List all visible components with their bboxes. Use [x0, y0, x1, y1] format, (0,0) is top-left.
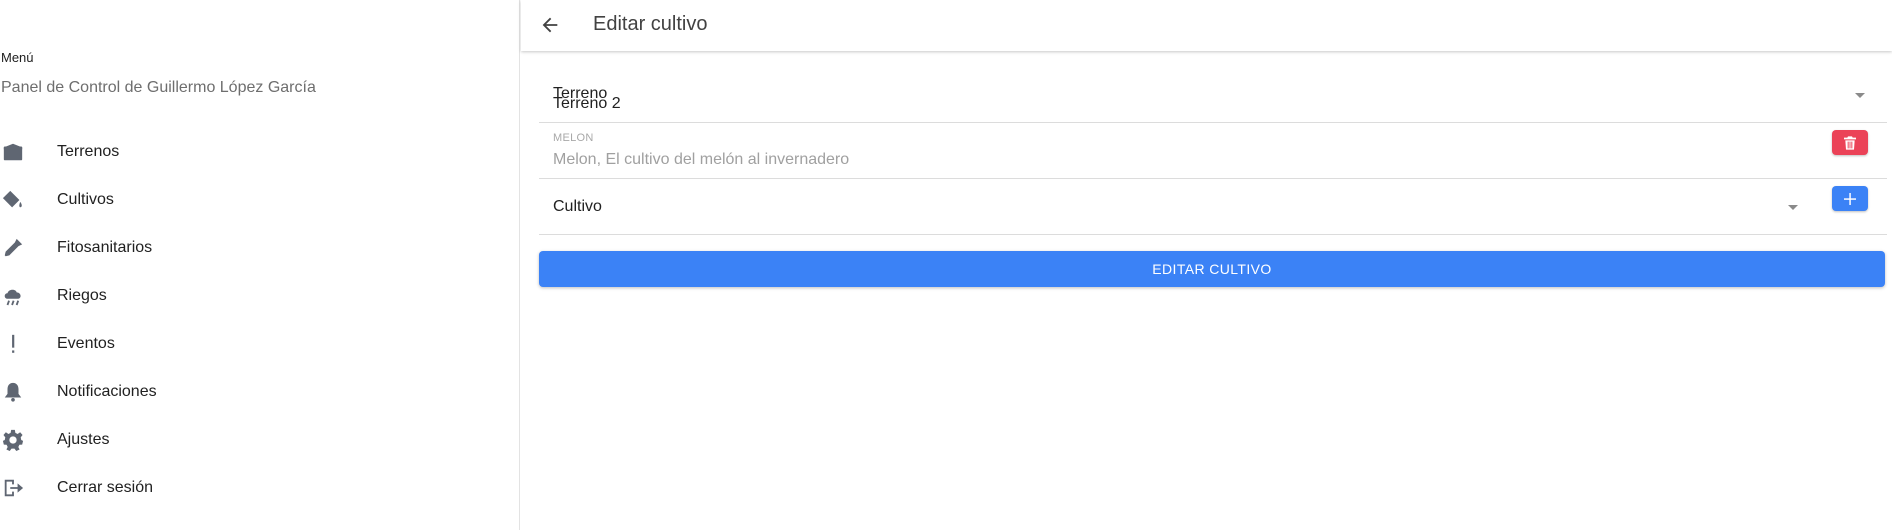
delete-crop-button[interactable]	[1832, 130, 1868, 155]
sidebar-item-eventos[interactable]: Eventos	[0, 320, 519, 368]
exclamation-icon	[1, 332, 25, 356]
sidebar-item-label: Eventos	[57, 335, 115, 352]
page-title: Editar cultivo	[593, 13, 708, 35]
crop-list-item: MELON Melon, El cultivo del melón al inv…	[539, 123, 1887, 179]
cultivo-select[interactable]: Cultivo	[539, 179, 1887, 235]
cloud-rain-icon	[1, 284, 25, 308]
menu-subtitle: Panel de Control de Guillermo López Garc…	[1, 79, 316, 96]
paint-bucket-icon	[1, 188, 25, 212]
sidebar-item-label: Riegos	[57, 287, 107, 304]
cultivo-label: Cultivo	[553, 198, 602, 215]
plus-icon	[1844, 192, 1856, 205]
sidebar-item-riegos[interactable]: Riegos	[0, 272, 519, 320]
sidebar-item-label: Terrenos	[57, 143, 120, 160]
sidebar-item-label: Cultivos	[57, 191, 114, 208]
sidebar-item-label: Cerrar sesión	[57, 479, 154, 496]
warehouse-icon	[1, 140, 25, 164]
sidebar-nav: Terrenos Cultivos Fitosanitarios Riegos …	[0, 128, 519, 512]
sidebar-item-fitosanitarios[interactable]: Fitosanitarios	[0, 224, 519, 272]
chevron-down-icon[interactable]	[1855, 93, 1865, 98]
eyedropper-icon	[1, 236, 25, 260]
back-button[interactable]	[535, 10, 565, 40]
chevron-down-icon[interactable]	[1788, 205, 1798, 210]
logout-icon	[1, 476, 25, 500]
menu-title: Menú	[1, 50, 34, 65]
sidebar-item-label: Notificaciones	[57, 383, 157, 400]
app-bar: Editar cultivo	[521, 0, 1892, 51]
terreno-value: Terreno 2	[553, 95, 621, 112]
sidebar-item-cerrar-sesion[interactable]: Cerrar sesión	[0, 464, 519, 512]
sidebar-item-terrenos[interactable]: Terrenos	[0, 128, 519, 176]
sidebar-item-notificaciones[interactable]: Notificaciones	[0, 368, 519, 416]
add-crop-button[interactable]	[1832, 186, 1868, 211]
arrow-left-icon	[542, 17, 558, 33]
trash-icon	[1844, 135, 1856, 150]
sidebar-item-label: Fitosanitarios	[57, 239, 153, 256]
sidebar-item-label: Ajustes	[57, 431, 110, 448]
sidebar-item-ajustes[interactable]: Ajustes	[0, 416, 519, 464]
terreno-select[interactable]: Terreno Terreno 2	[539, 70, 1887, 123]
crop-caption: MELON	[553, 132, 594, 144]
crop-description: Melon, El cultivo del melón al invernade…	[553, 151, 850, 168]
bell-icon	[1, 380, 25, 404]
sidebar: Menú Panel de Control de Guillermo López…	[0, 0, 520, 530]
gear-icon	[1, 428, 25, 452]
sidebar-item-cultivos[interactable]: Cultivos	[0, 176, 519, 224]
edit-crop-button[interactable]: EDITAR CULTIVO	[539, 251, 1885, 287]
